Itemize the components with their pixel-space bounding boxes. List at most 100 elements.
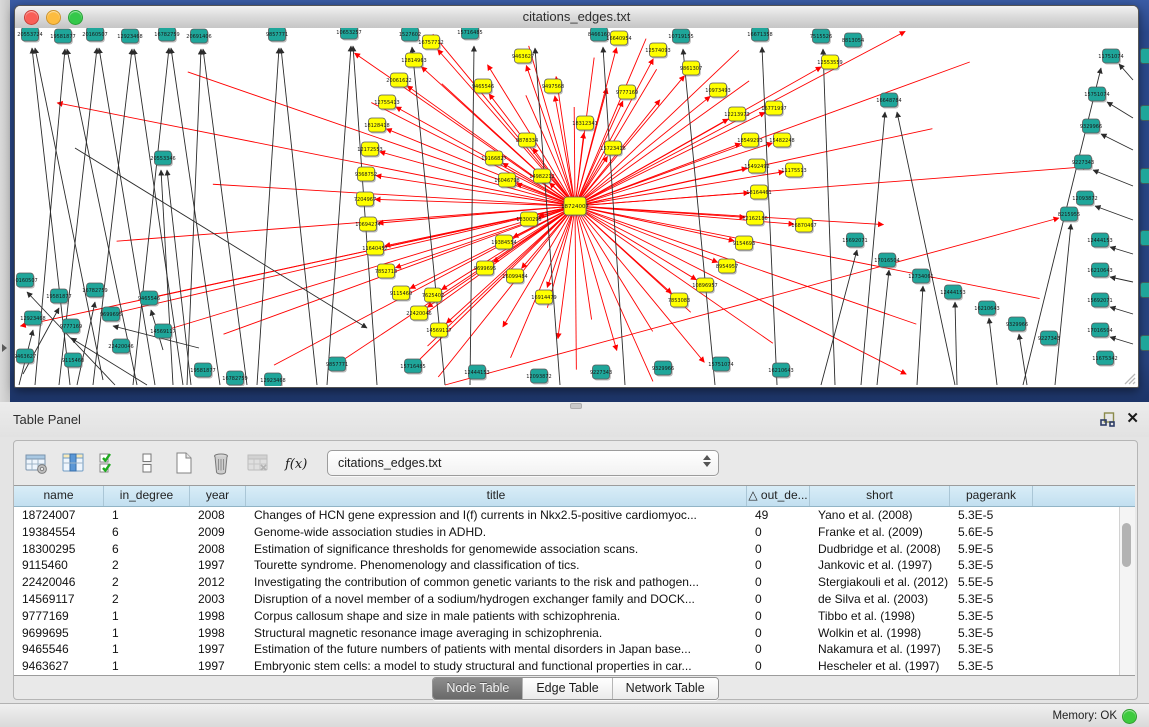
- network-node[interactable]: 16671358: [747, 28, 772, 43]
- network-node[interactable]: 18724007: [561, 197, 589, 217]
- network-node[interactable]: 17016504: [1087, 323, 1112, 339]
- network-node[interactable]: 16782759: [222, 371, 247, 386]
- column-header-out_de[interactable]: △ out_de...: [747, 486, 810, 506]
- network-node[interactable]: 20553724: [17, 28, 42, 43]
- network-node[interactable]: 9777169: [616, 85, 638, 101]
- network-node[interactable]: 12553559: [817, 55, 842, 71]
- network-node[interactable]: 18312341: [572, 116, 597, 132]
- network-node[interactable]: 9857771: [326, 357, 348, 373]
- table-row[interactable]: 1938455462009Genome-wide association stu…: [14, 524, 1120, 541]
- network-node[interactable]: 16210643: [1087, 263, 1112, 279]
- close-panel-icon[interactable]: ✕: [1126, 410, 1139, 428]
- tab-network-table[interactable]: Network Table: [612, 678, 718, 699]
- network-node[interactable]: 12093872: [526, 369, 551, 385]
- show-columns-icon[interactable]: [59, 449, 87, 477]
- network-node[interactable]: 12444153: [464, 365, 489, 381]
- network-node[interactable]: 16046798: [494, 173, 519, 189]
- network-node[interactable]: 10973493: [705, 83, 730, 99]
- network-node[interactable]: 9777169: [60, 319, 82, 335]
- network-node[interactable]: 9463627: [512, 49, 534, 65]
- network-node[interactable]: 9329966: [652, 361, 674, 377]
- panel-collapse-handle-icon[interactable]: [2, 344, 7, 352]
- network-node[interactable]: 9699695: [474, 261, 496, 277]
- network-canvas[interactable]: 20553724 19581877 20160507 12923468 16782759…: [15, 28, 1136, 386]
- network-node[interactable]: 12574093: [645, 43, 670, 59]
- tab-edge-table[interactable]: Edge Table: [522, 678, 611, 699]
- network-node[interactable]: 10694274: [355, 217, 380, 233]
- column-header-short[interactable]: short: [810, 486, 950, 506]
- network-node[interactable]: 9227343: [1038, 331, 1060, 347]
- network-node[interactable]: 9368752: [355, 167, 377, 183]
- network-node[interactable]: 12444153: [1087, 233, 1112, 249]
- network-node[interactable]: 9227343: [590, 365, 612, 381]
- network-node[interactable]: 8215955: [1058, 207, 1080, 223]
- network-node[interactable]: 9463627: [15, 349, 36, 365]
- new-column-icon[interactable]: [170, 449, 198, 477]
- network-node[interactable]: 11751074: [1098, 49, 1123, 65]
- column-header-title[interactable]: title: [246, 486, 747, 506]
- network-node[interactable]: 14982212: [529, 169, 554, 185]
- network-node[interactable]: 16210643: [768, 363, 793, 379]
- network-window-titlebar[interactable]: citations_edges.txt: [15, 6, 1138, 29]
- network-node[interactable]: 19581877: [190, 363, 215, 379]
- network-node[interactable]: 9497568: [542, 79, 564, 95]
- network-node[interactable]: 10653257: [336, 28, 361, 41]
- network-node[interactable]: 7852713: [375, 264, 397, 280]
- network-node[interactable]: 20061622: [386, 73, 411, 89]
- network-node[interactable]: 15751074: [708, 357, 733, 373]
- network-node[interactable]: 16210643: [974, 301, 999, 317]
- table-mode-icon[interactable]: [22, 449, 50, 477]
- select-columns-icon[interactable]: [96, 449, 124, 477]
- network-node[interactable]: 9857771: [266, 28, 288, 43]
- network-node[interactable]: 9329966: [1006, 317, 1028, 333]
- network-node[interactable]: 12814963: [401, 53, 426, 69]
- network-node[interactable]: 15482248: [769, 133, 794, 149]
- network-node[interactable]: 22420046: [406, 306, 431, 322]
- network-node[interactable]: 20160507: [82, 28, 107, 43]
- function-builder-icon[interactable]: f(x): [281, 449, 309, 477]
- tab-node-table[interactable]: Node Table: [433, 678, 522, 699]
- network-node[interactable]: 8878334: [516, 133, 538, 149]
- network-node[interactable]: 12734061: [908, 269, 933, 285]
- table-select-dropdown[interactable]: citations_edges.txt: [327, 450, 719, 476]
- network-node[interactable]: 18549293: [737, 133, 762, 149]
- network-node[interactable]: 11175513: [781, 163, 806, 179]
- network-node[interactable]: 9465546: [138, 291, 160, 307]
- network-node[interactable]: 9329966: [1080, 119, 1102, 135]
- table-scrollbar[interactable]: [1119, 507, 1135, 675]
- network-node[interactable]: 12755413: [374, 95, 399, 111]
- network-node[interactable]: 20691406: [186, 29, 211, 45]
- network-node[interactable]: 20553346: [150, 151, 175, 167]
- row-toggle-icon[interactable]: [133, 449, 161, 477]
- network-node[interactable]: 20160507: [15, 273, 38, 289]
- table-row[interactable]: 1830029562008Estimation of significance …: [14, 541, 1120, 558]
- network-node[interactable]: 19581877: [50, 29, 75, 45]
- window-resize-grip[interactable]: [1122, 371, 1136, 385]
- network-node[interactable]: 18128418: [364, 118, 389, 134]
- network-node[interactable]: 12923468: [117, 29, 142, 45]
- network-node[interactable]: 15716485: [400, 359, 425, 375]
- network-node[interactable]: 7853083: [668, 293, 690, 309]
- network-node[interactable]: 12093872: [1072, 191, 1097, 207]
- table-row[interactable]: 911546021997Tourette syndrome. Phenomeno…: [14, 557, 1120, 574]
- network-node[interactable]: 12923468: [260, 373, 285, 386]
- network-node[interactable]: 8954957: [716, 259, 738, 275]
- column-header-year[interactable]: year: [190, 486, 246, 506]
- table-scrollbar-thumb[interactable]: [1122, 523, 1131, 567]
- column-header-pagerank[interactable]: pagerank: [950, 486, 1033, 506]
- table-row[interactable]: 946362711997Embryonic stem cells: a mode…: [14, 658, 1120, 675]
- table-row[interactable]: 977716911998Corpus callosum shape and si…: [14, 608, 1120, 625]
- network-node[interactable]: 9465546: [472, 79, 494, 95]
- network-node[interactable]: 22420046: [108, 339, 133, 355]
- network-node[interactable]: 9115460: [62, 353, 84, 369]
- network-node[interactable]: 9154693: [733, 236, 755, 252]
- column-header-name[interactable]: name: [14, 486, 104, 506]
- table-row[interactable]: 969969511998Structural magnetic resonanc…: [14, 625, 1120, 642]
- table-row[interactable]: 1456911722003Disruption of a novel membe…: [14, 591, 1120, 608]
- table-row[interactable]: 1872400712008Changes of HCN gene express…: [14, 507, 1120, 524]
- network-node[interactable]: 12923468: [20, 311, 45, 327]
- network-node[interactable]: 16648784: [876, 93, 901, 109]
- table-row[interactable]: 2242004622012Investigating the contribut…: [14, 574, 1120, 591]
- network-node[interactable]: 11675342: [1092, 351, 1117, 367]
- network-node[interactable]: 15492492: [744, 159, 769, 175]
